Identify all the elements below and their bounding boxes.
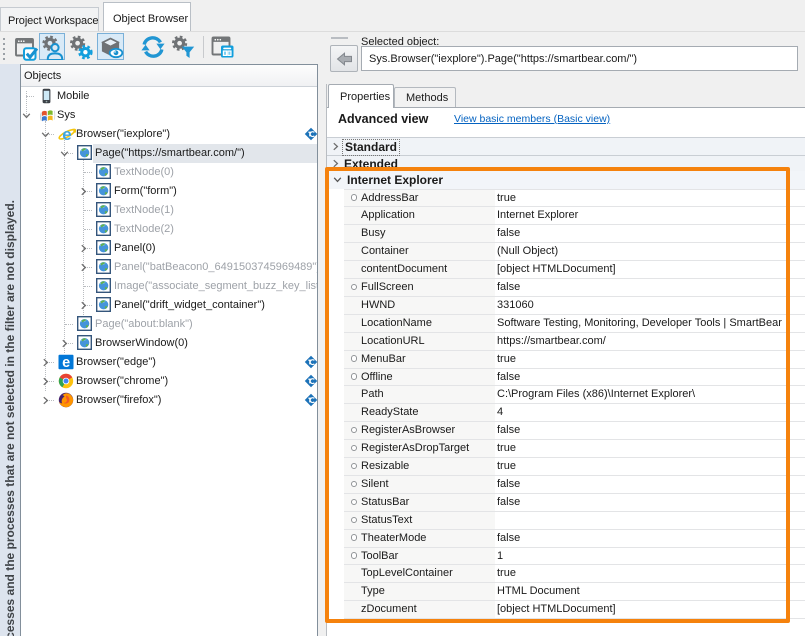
- svg-text:e: e: [62, 126, 71, 143]
- svg-text:e: e: [62, 355, 70, 370]
